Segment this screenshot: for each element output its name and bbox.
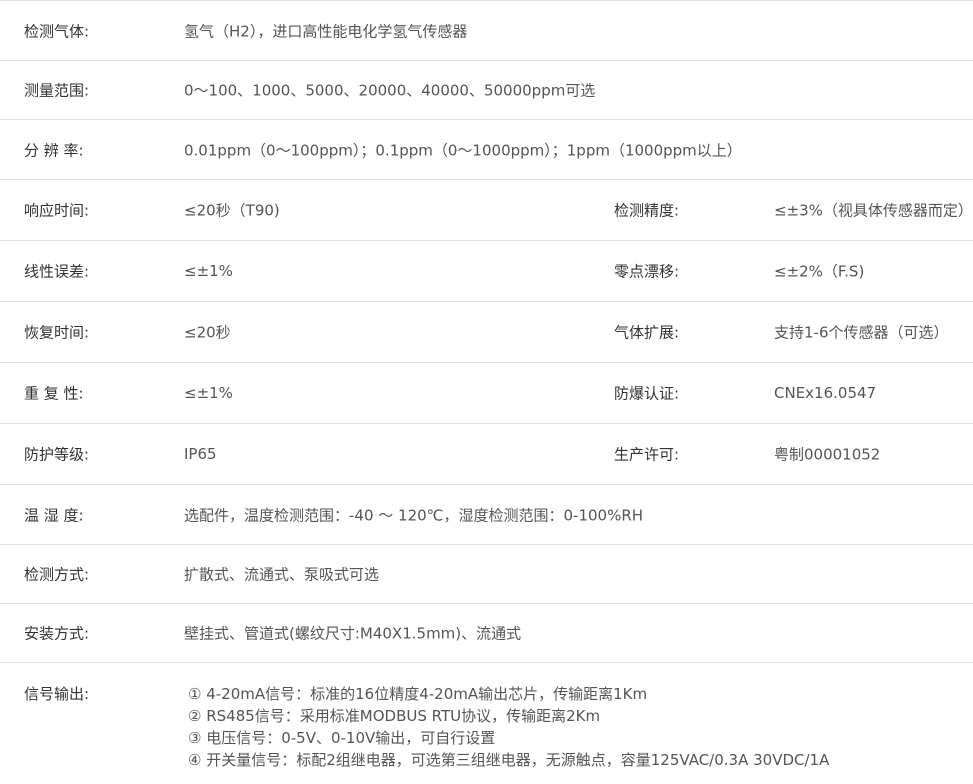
spec-value: 选配件，温度检测范围：-40 ～ 120℃，湿度检测范围：0-100%RH [184,506,644,524]
spec-label: 分 辨 率: [24,141,84,159]
spec-label: 安装方式: [24,624,90,643]
spec-row-repeatability: 重 复 性: ≤±1% 防爆认证: CNEx16.0547 [0,363,973,424]
list-item: ① 4-20mA信号：标准的16位精度4-20mA输出芯片，传输距离1Km [188,685,648,703]
spec-value-secondary: ≤±2%（F.S) [774,262,865,281]
spec-value-secondary: CNEx16.0547 [774,384,877,402]
spec-value-secondary: 粤制00001052 [774,445,881,464]
spec-label: 检测气体: [24,22,90,40]
spec-value: ≤±1% [184,262,233,280]
spec-label-secondary: 检测精度: [614,201,680,220]
spec-value: IP65 [184,445,217,463]
spec-value: 0.01ppm（0～100ppm）；0.1ppm（0～1000ppm）；1ppm… [184,141,742,159]
spec-table: 检测气体: 氢气（H2），进口高性能电化学氢气传感器 测量范围: 0～100、1… [0,0,973,784]
spec-label-secondary: 零点漂移: [614,262,680,281]
spec-row-protection-level: 防护等级: IP65 生产许可: 粤制00001052 [0,424,973,485]
spec-label: 检测方式: [24,565,90,584]
list-item: ③ 电压信号：0-5V、0-10V输出，可自行设置 [188,729,496,747]
spec-value: ≤20秒（T90) [184,201,280,220]
spec-value: 氢气（H2），进口高性能电化学氢气传感器 [184,22,468,40]
spec-row-linearity: 线性误差: ≤±1% 零点漂移: ≤±2%（F.S) [0,241,973,302]
spec-row-signal-output: 信号输出: ① 4-20mA信号：标准的16位精度4-20mA输出芯片，传输距离… [0,663,973,784]
spec-label: 温 湿 度: [24,506,84,524]
spec-label-secondary: 防爆认证: [614,384,680,403]
spec-value: ≤20秒 [184,323,231,342]
spec-label: 测量范围: [24,81,90,100]
list-item: ④ 开关量信号：标配2组继电器，可选第三组继电器，无源触点，容量125VAC/0… [188,751,830,769]
spec-label: 恢复时间: [24,323,90,342]
spec-label-secondary: 气体扩展: [614,323,680,342]
spec-label: 防护等级: [24,445,90,464]
spec-label: 重 复 性: [24,384,84,403]
list-item: ② RS485信号：采用标准MODBUS RTU协议，传输距离2Km [188,707,601,725]
spec-value: 0～100、1000、5000、20000、40000、50000ppm可选 [184,81,596,100]
spec-row-resolution: 分 辨 率: 0.01ppm（0～100ppm）；0.1ppm（0～1000pp… [0,120,973,180]
spec-row-measuring-range: 测量范围: 0～100、1000、5000、20000、40000、50000p… [0,61,973,120]
spec-row-detection-method: 检测方式: 扩散式、流通式、泵吸式可选 [0,545,973,604]
spec-value: 扩散式、流通式、泵吸式可选 [184,565,380,584]
spec-label: 线性误差: [24,262,90,281]
spec-label-secondary: 生产许可: [614,445,680,464]
spec-value-secondary: 支持1-6个传感器（可选） [774,323,949,342]
spec-label: 响应时间: [24,201,90,220]
spec-label: 信号输出: [24,685,90,703]
spec-row-detected-gas: 检测气体: 氢气（H2），进口高性能电化学氢气传感器 [0,1,973,61]
spec-row-temp-humidity: 温 湿 度: 选配件，温度检测范围：-40 ～ 120℃，湿度检测范围：0-10… [0,485,973,545]
spec-row-recovery-time: 恢复时间: ≤20秒 气体扩展: 支持1-6个传感器（可选） [0,302,973,363]
spec-value-secondary: ≤±3%（视具体传感器而定） [774,201,973,220]
signal-output-list: ① 4-20mA信号：标准的16位精度4-20mA输出芯片，传输距离1Km ② … [188,683,829,771]
spec-row-response-time: 响应时间: ≤20秒（T90) 检测精度: ≤±3%（视具体传感器而定） [0,180,973,241]
spec-row-installation: 安装方式: 壁挂式、管道式(螺纹尺寸:M40X1.5mm)、流通式 [0,604,973,663]
spec-value: ≤±1% [184,384,233,402]
spec-value: 壁挂式、管道式(螺纹尺寸:M40X1.5mm)、流通式 [184,624,522,643]
